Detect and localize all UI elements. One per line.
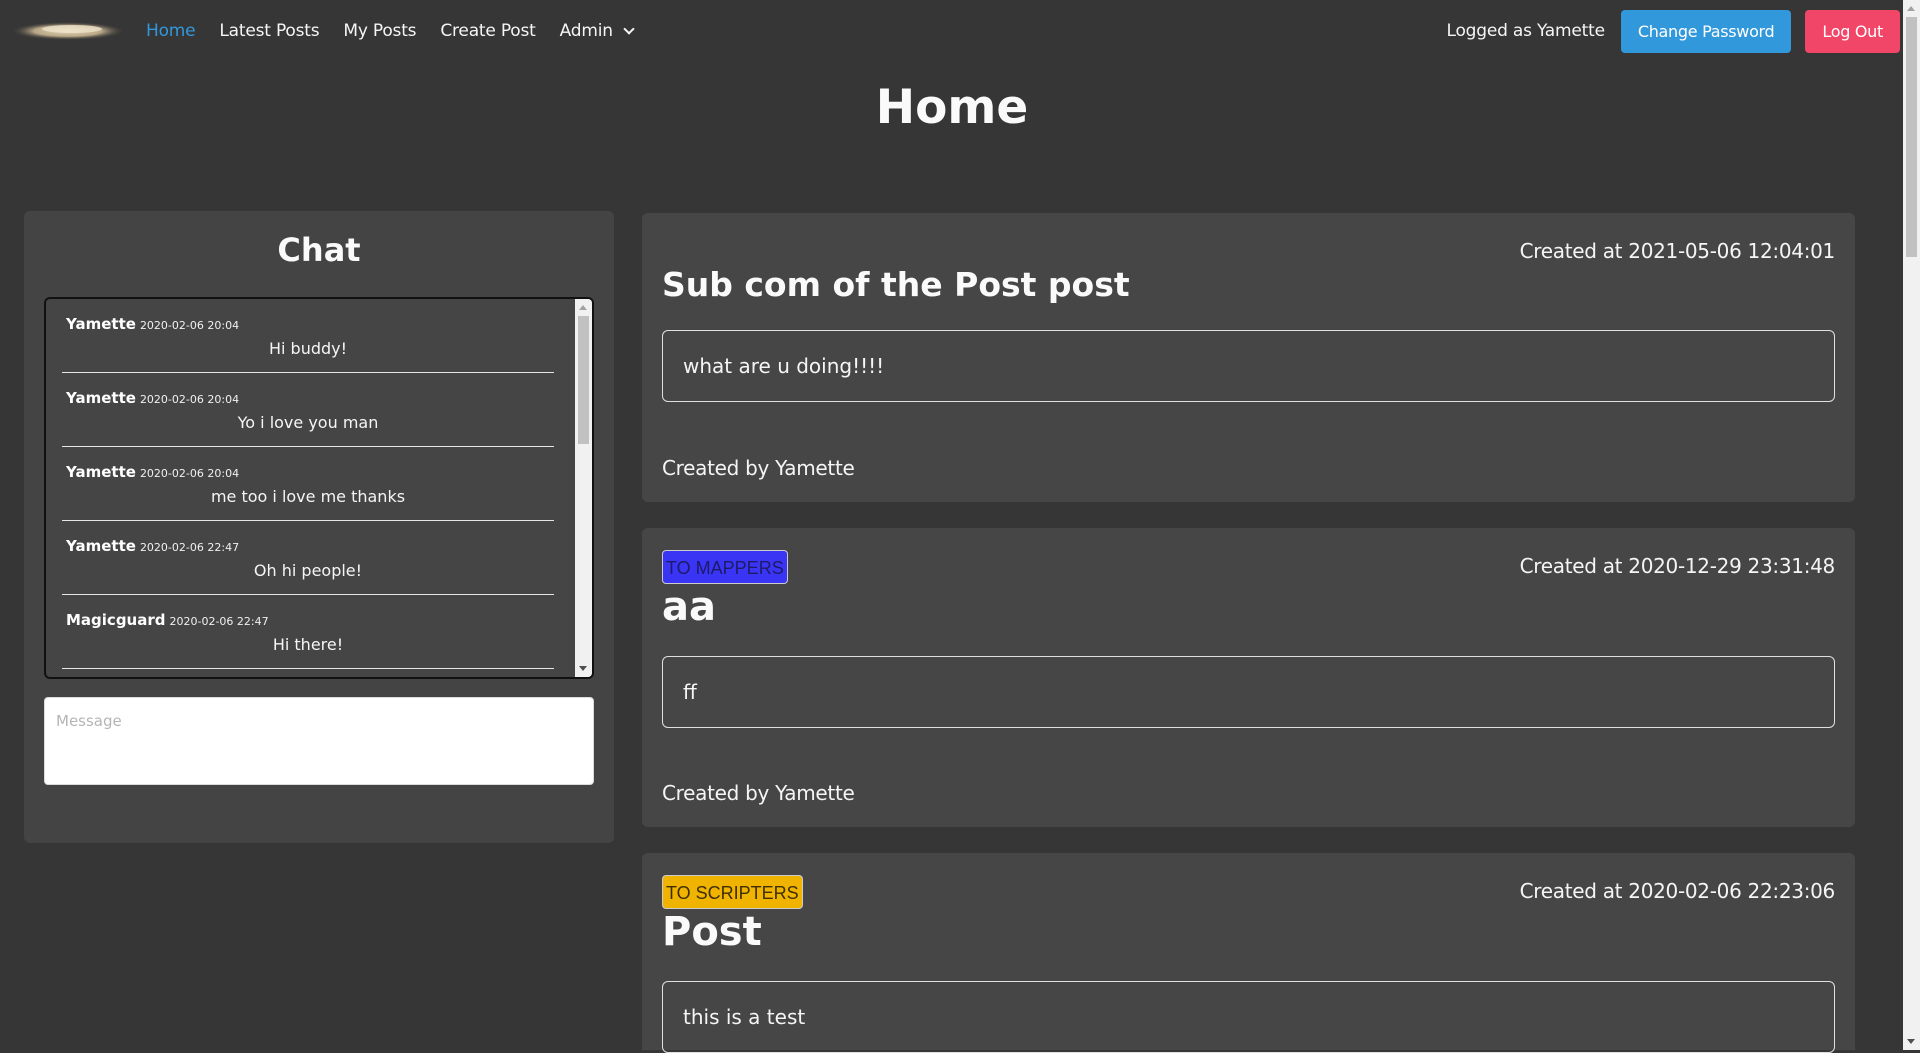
chat-message-text: Oh hi people! [253,561,363,580]
chat-message-author: Yamette [66,389,136,407]
chat-message-author: Yamette [66,315,136,333]
chat-message-meta: Yamette 2020-02-06 20:04 [66,315,239,333]
page-scrollbar[interactable] [1903,0,1920,1050]
chat-message-time: 2020-02-06 20:04 [139,393,240,406]
nav-user-area: Logged as Yamette Change Password Log Ou… [1446,9,1900,53]
nav-item-admin-label: Admin [559,21,613,41]
scroll-down-arrow-icon[interactable] [579,666,587,671]
chat-message: Magicguard 2020-02-06 22:47 Hi there! [62,595,554,669]
scroll-up-arrow-icon[interactable] [1907,6,1915,11]
post-title[interactable]: Sub com of the Post post [662,265,1130,304]
post-card: TO MAPPERS Created at 2020-12-29 23:31:4… [642,528,1855,827]
nav-item-my-posts[interactable]: My Posts [343,21,416,41]
page-scrollbar-thumb[interactable] [1906,17,1917,257]
post-created-at: Created at 2020-12-29 23:31:48 [1519,554,1836,578]
chat-message-input[interactable] [44,697,594,785]
chat-message: Yamette 2020-02-06 20:04 me too i love me… [62,447,554,521]
chat-message-time: 2020-02-06 20:04 [139,319,240,332]
chat-message-meta: Magicguard 2020-02-06 22:47 [66,611,269,629]
post-created-at: Created at 2020-02-06 22:23:06 [1519,879,1836,903]
chat-panel: Chat Yamette 2020-02-06 20:04 Hi buddy! Y… [24,211,614,843]
post-content: ff [662,656,1835,728]
scroll-up-arrow-icon[interactable] [579,305,587,310]
chat-message-meta: Yamette 2020-02-06 20:04 [66,463,239,481]
nav-item-create-post[interactable]: Create Post [440,21,535,41]
chat-message-meta: Yamette 2020-02-06 22:47 [66,537,239,555]
chat-message: Yamette 2020-02-06 20:04 Hi buddy! [62,299,554,373]
post-title[interactable]: Post [662,909,762,955]
change-password-button[interactable]: Change Password [1620,9,1792,53]
navbar: Home Latest Posts My Posts Create Post A… [0,0,1900,62]
chat-messages: Yamette 2020-02-06 20:04 Hi buddy! Yamett… [46,299,570,677]
logo-icon[interactable] [12,20,124,42]
post-created-by: Created by Yamette [662,781,855,805]
chat-scrollbar[interactable] [575,299,592,677]
nav-item-home[interactable]: Home [146,21,196,41]
chat-message-author: Magicguard [66,611,166,629]
post-tag[interactable]: TO SCRIPTERS [662,875,803,909]
post-tag[interactable]: TO MAPPERS [662,550,788,584]
chat-message-list[interactable]: Yamette 2020-02-06 20:04 Hi buddy! Yamett… [44,297,594,679]
chat-message-time: 2020-02-06 22:47 [169,615,269,628]
nav-item-latest-posts[interactable]: Latest Posts [219,21,319,41]
post-content: this is a test [662,981,1835,1053]
chat-message-text: Hi buddy! [268,339,348,358]
post-content: what are u doing!!!! [662,330,1835,402]
post-card: TO SCRIPTERS Created at 2020-02-06 22:23… [642,853,1855,1053]
logged-as-label: Logged as Yamette [1446,21,1605,41]
chat-message-author: Yamette [66,463,136,481]
post-created-by: Created by Yamette [662,456,855,480]
chat-title: Chat [277,231,361,269]
chat-message-time: 2020-02-06 22:47 [139,541,240,554]
chat-message-text: me too i love me thanks [210,487,406,506]
chat-message-meta: Yamette 2020-02-06 20:04 [66,389,239,407]
nav-menu: Home Latest Posts My Posts Create Post A… [146,21,657,41]
post-title[interactable]: aa [662,584,716,630]
nav-item-admin[interactable]: Admin [559,21,635,41]
chat-message-text: Hi there! [272,635,344,654]
chat-message: Yamette 2020-02-06 20:04 Yo i love you ma… [62,373,554,447]
scroll-down-arrow-icon[interactable] [1907,1039,1915,1044]
page-title: Home [875,80,1029,135]
logout-button[interactable]: Log Out [1805,9,1900,53]
post-created-at: Created at 2021-05-06 12:04:01 [1519,239,1836,263]
chat-message: Yamette 2020-02-06 22:47 Oh hi people! [62,521,554,595]
post-card: Created at 2021-05-06 12:04:01 Sub com o… [642,213,1855,502]
chat-message-author: Yamette [66,537,136,555]
chat-scrollbar-thumb[interactable] [578,316,589,444]
chat-message-text: Yo i love you man [237,413,379,432]
chevron-down-icon [623,22,635,35]
chat-message-time: 2020-02-06 20:04 [139,467,240,480]
